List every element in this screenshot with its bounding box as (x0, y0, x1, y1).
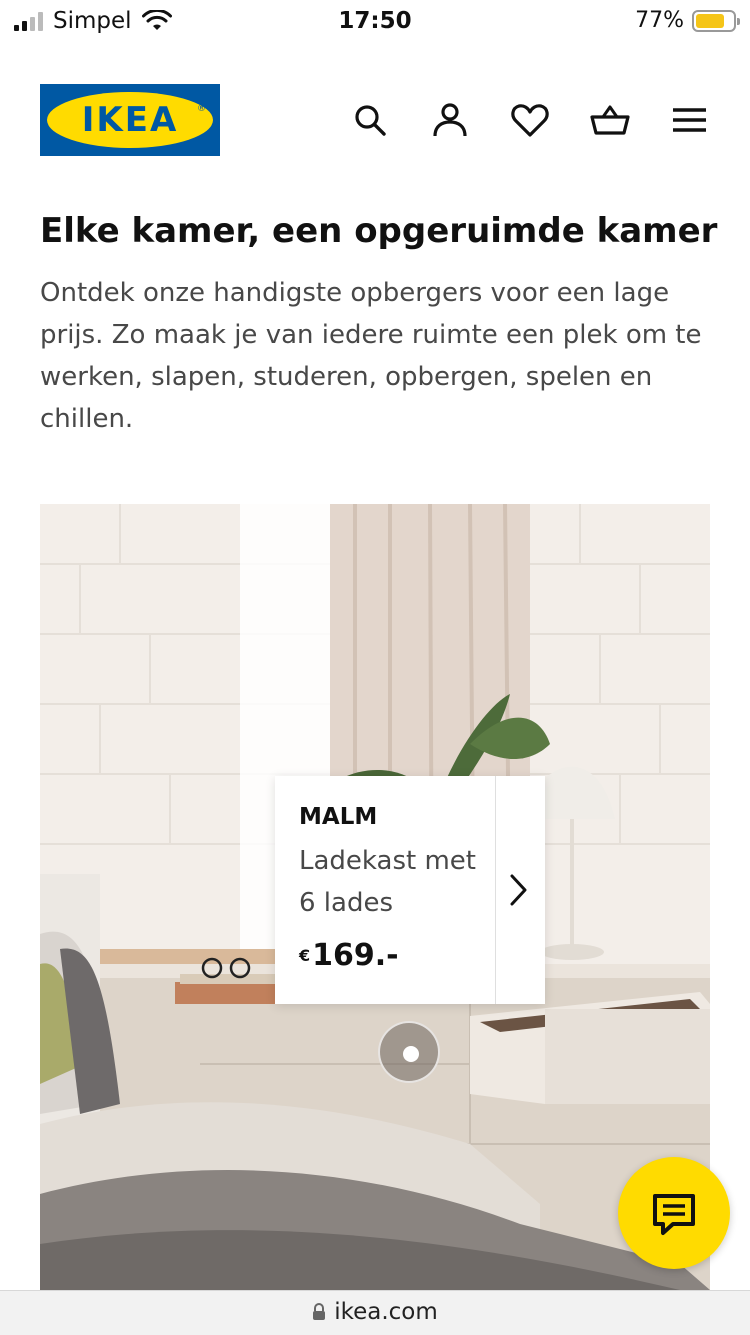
chat-button[interactable] (618, 1157, 730, 1269)
card-divider (495, 776, 496, 1004)
account-icon[interactable] (430, 100, 470, 140)
chat-icon (653, 1194, 695, 1235)
page-title: Elke kamer, een opgeruimde kamer (40, 211, 718, 251)
ikea-logo[interactable]: IKEA ® (40, 84, 220, 156)
battery-icon (692, 9, 740, 32)
menu-icon[interactable] (668, 100, 708, 140)
product-price: € 169.- (299, 938, 399, 973)
heart-icon[interactable] (510, 100, 550, 140)
status-bar: Simpel 17:50 77% (0, 0, 750, 44)
chevron-right-icon[interactable] (507, 872, 531, 908)
product-hotspot[interactable] (378, 1021, 440, 1083)
browser-url-bar[interactable]: ikea.com (0, 1290, 750, 1335)
intro-text: Ontdek onze handigste opbergers voor een… (40, 278, 702, 434)
search-icon[interactable] (350, 100, 390, 140)
status-right: 77% (635, 8, 740, 33)
price-amount: 169.- (312, 938, 399, 973)
lock-icon (313, 1303, 326, 1320)
price-currency: € (299, 946, 311, 965)
logo-text: IKEA (81, 100, 179, 140)
url-domain: ikea.com (334, 1299, 438, 1325)
product-description: Ladekast met 6 lades (299, 846, 476, 918)
basket-icon[interactable] (590, 100, 630, 140)
product-card[interactable]: MALM Ladekast met 6 lades € 169.- (275, 776, 545, 1004)
product-name: MALM (299, 804, 378, 830)
battery-percent: 77% (635, 8, 684, 33)
